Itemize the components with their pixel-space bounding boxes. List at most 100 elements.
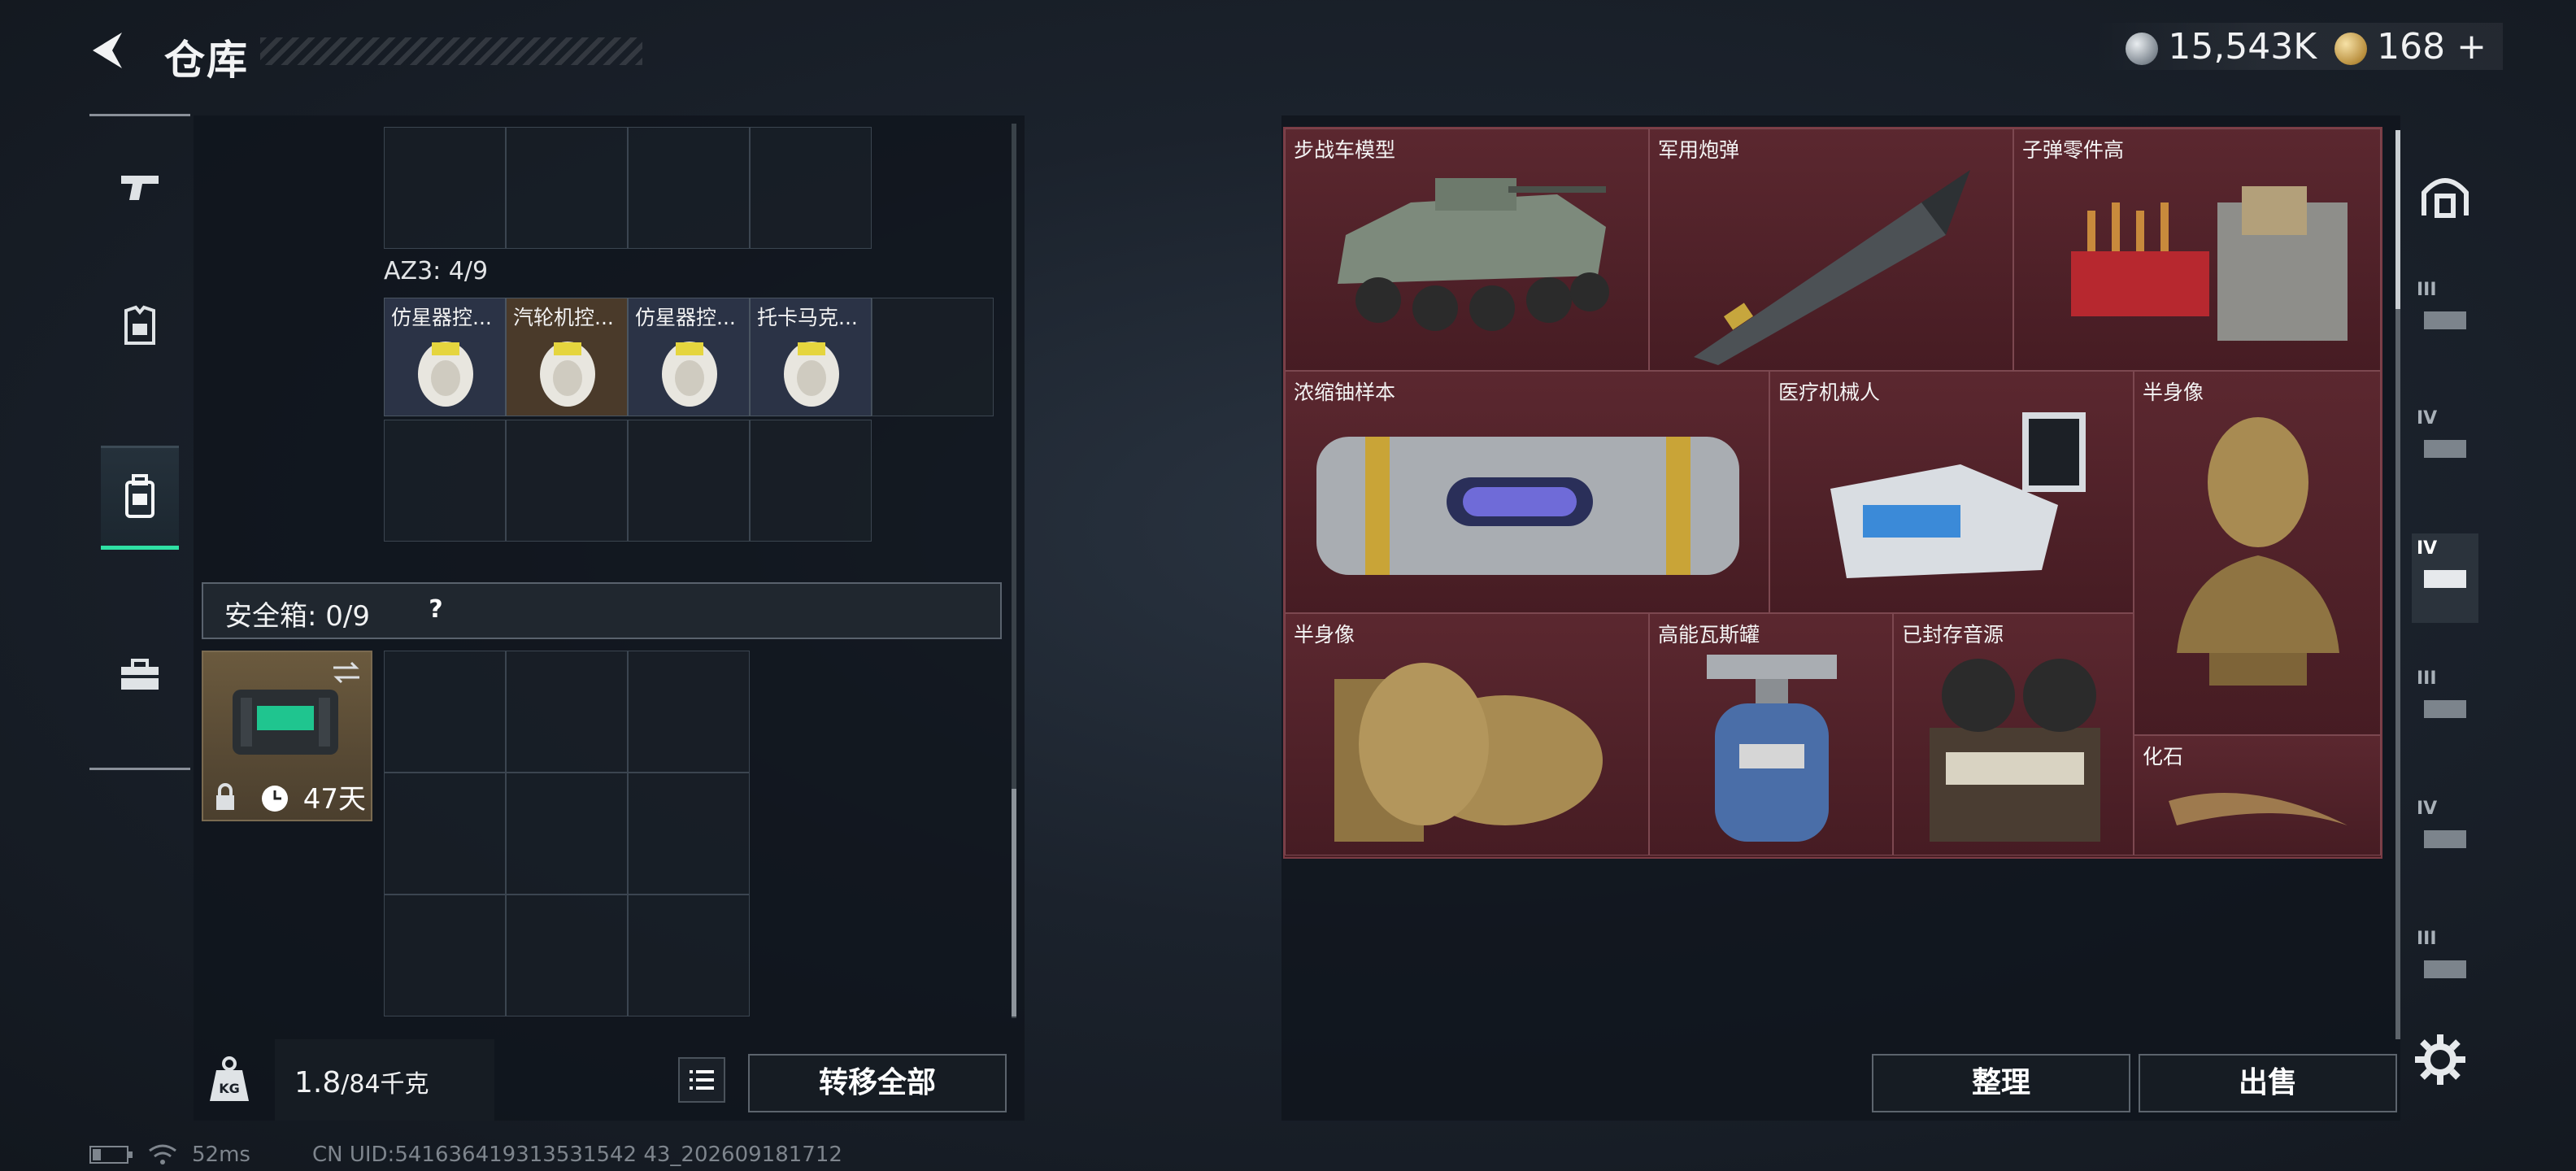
grid-slot[interactable] (384, 773, 506, 895)
secure-case-slot[interactable]: 47天 (202, 651, 372, 821)
ammo-parts-icon (2071, 186, 2348, 341)
loot-item[interactable]: 浓缩铀样本 (1285, 371, 1769, 613)
grid-slot[interactable] (628, 420, 750, 542)
backpack-gear-icon (2424, 570, 2466, 588)
loot-item[interactable]: 高能瓦斯罐 (1649, 613, 1893, 855)
gold-coin-icon (2334, 32, 2368, 65)
armory-icon (2422, 178, 2469, 218)
item-name: 化石 (2143, 745, 2184, 768)
loot-grid: 步战车模型 军用炮弹 子弹零件高 浓缩铀样本 医疗机械人 半身像 半身像 高能瓦… (1283, 127, 2382, 859)
grid-slot[interactable] (506, 127, 628, 249)
stash-scrollbar-thumb[interactable] (1012, 789, 1016, 1016)
tier-slot[interactable]: III (2412, 924, 2478, 1013)
loot-item[interactable]: 步战车模型 (1285, 128, 1649, 371)
tier-slot-active[interactable]: IV (2412, 533, 2478, 623)
sell-button[interactable]: 出售 (2139, 1054, 2397, 1112)
medkit-tab[interactable] (101, 626, 179, 724)
backpack-icon (125, 474, 154, 518)
rail-divider (89, 114, 190, 116)
organize-button[interactable]: 整理 (1872, 1054, 2130, 1112)
page-title: 仓库 (164, 37, 249, 84)
chest-rig-icon (2424, 960, 2466, 978)
grid-slot[interactable] (384, 420, 506, 542)
tier-slot[interactable]: IV (2412, 403, 2478, 493)
grid-slot[interactable] (506, 773, 628, 895)
bust-statue-icon (2177, 417, 2339, 686)
back-arrow-icon[interactable] (86, 28, 132, 73)
transfer-all-button[interactable]: 转移全部 (748, 1054, 1007, 1112)
backpack-gear-icon (2424, 830, 2466, 848)
ping: 52ms (192, 1143, 250, 1167)
safe-box-header: 安全箱: 0/9 ? (202, 582, 1002, 639)
tier-slot[interactable]: III (2412, 664, 2478, 753)
grid-slot[interactable] (750, 127, 872, 249)
list-view-button[interactable] (678, 1057, 725, 1103)
tier-label: III (2417, 280, 2437, 300)
pistol-icon (121, 176, 159, 200)
grid-slot[interactable] (750, 420, 872, 542)
grid-slot[interactable] (628, 895, 750, 1016)
right-category-rail: III IV IV III IV III (2408, 127, 2483, 1054)
add-gold-button[interactable]: + (2456, 26, 2487, 67)
az3-grid: 仿星器控... 汽轮机控... 仿星器控... 托卡马克... (384, 298, 995, 542)
fossil-claw-icon (2169, 793, 2348, 825)
toolbox-icon (121, 659, 159, 690)
grid-slot[interactable] (506, 420, 628, 542)
armory-tab[interactable] (2412, 150, 2478, 239)
svg-text:KG: KG (219, 1081, 240, 1096)
currency-bar: 15,543K 168 + (2093, 23, 2503, 70)
tier-slot[interactable]: IV (2412, 794, 2478, 883)
case-duration: 47天 (302, 783, 366, 816)
grid-slot[interactable] (628, 773, 750, 895)
grid-slot[interactable] (506, 895, 628, 1016)
tier-slot[interactable]: III (2412, 275, 2478, 364)
gold-amount: 168 (2377, 25, 2446, 67)
swap-icon (333, 661, 359, 684)
control-module-icon (784, 342, 839, 407)
grid-slot[interactable] (628, 127, 750, 249)
item-name: 医疗机械人 (1778, 381, 1881, 404)
grid-slot[interactable] (872, 298, 994, 416)
loot-item[interactable]: 化石 (2134, 735, 2381, 855)
stash-item[interactable]: 仿星器控... (384, 298, 506, 416)
item-name: 浓缩铀样本 (1294, 381, 1396, 404)
right-rail-scrollbar-thumb[interactable] (2395, 130, 2400, 309)
weight-value: 1.8 (294, 1066, 342, 1099)
loot-item[interactable]: 子弹零件高 (2013, 128, 2381, 371)
settings-gear-icon[interactable] (2412, 1031, 2469, 1088)
weapon-tab[interactable] (101, 138, 179, 236)
loot-item[interactable]: 军用炮弹 (1649, 128, 2013, 371)
loot-item[interactable]: 医疗机械人 (1769, 371, 2134, 613)
control-module-icon (418, 342, 473, 407)
backpack-gear-icon (2424, 440, 2466, 458)
military-shell-icon (1694, 170, 1970, 365)
stash-item[interactable]: 仿星器控... (628, 298, 750, 416)
silver-amount: 15,543K (2168, 25, 2317, 67)
left-category-rail (89, 114, 190, 774)
grid-slot[interactable] (628, 651, 750, 773)
item-name: 步战车模型 (1294, 138, 1396, 162)
header: 仓库 (86, 23, 642, 84)
weight-icon[interactable]: KG (203, 1054, 255, 1106)
item-name: 仿星器控... (391, 306, 492, 329)
grid-slot[interactable] (506, 651, 628, 773)
uranium-sample-icon (1316, 437, 1739, 575)
backpack-tab[interactable] (101, 446, 179, 550)
battery-icon (89, 1146, 133, 1164)
gold-currency[interactable]: 168 + (2334, 26, 2487, 67)
chest-rig-icon (2424, 311, 2466, 329)
stash-item[interactable]: 托卡马克... (750, 298, 872, 416)
grid-slot[interactable] (384, 895, 506, 1016)
loot-item[interactable]: 已封存音源 (1893, 613, 2134, 855)
grid-slot[interactable] (384, 127, 506, 249)
tier-label: IV (2417, 408, 2438, 429)
wifi-icon (149, 1144, 176, 1164)
chest-rig-icon (2424, 700, 2466, 718)
tape-recorder-icon (1930, 659, 2100, 842)
grid-slot[interactable] (384, 651, 506, 773)
loot-item[interactable]: 半身像 (1285, 613, 1649, 855)
stash-item[interactable]: 汽轮机控... (506, 298, 628, 416)
armor-tab[interactable] (101, 276, 179, 374)
loot-item[interactable]: 半身像 (2134, 371, 2381, 735)
help-icon[interactable]: ? (418, 592, 454, 628)
